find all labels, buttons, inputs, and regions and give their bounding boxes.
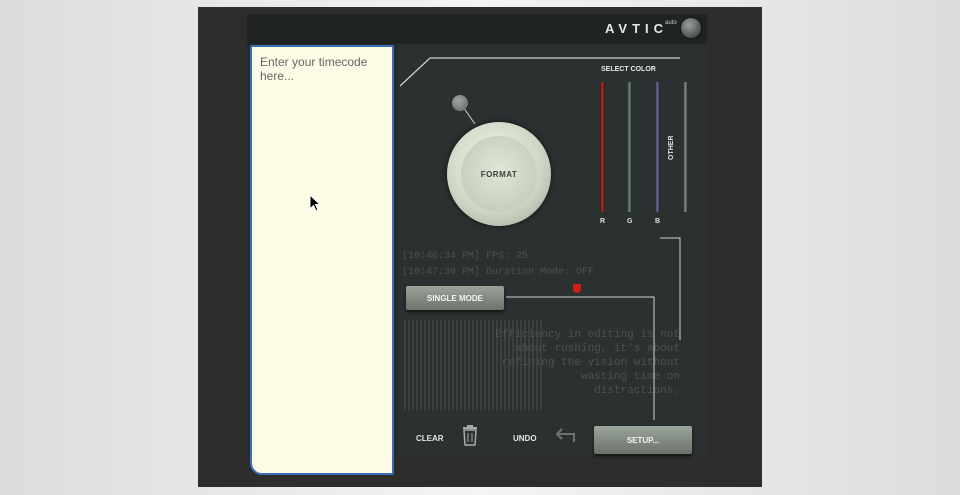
slider-b[interactable] xyxy=(655,82,660,212)
meter-bar xyxy=(452,320,454,410)
single-mode-button[interactable]: SINGLE MODE xyxy=(406,286,504,310)
slider-label-other: OTHER xyxy=(668,135,675,161)
meter-bar xyxy=(432,320,434,410)
log-line-fps: [10:46:34 PM] FPS: 25 xyxy=(402,251,529,262)
meter-bar xyxy=(428,320,430,410)
meter-bar xyxy=(444,320,446,410)
meter-bar xyxy=(448,320,450,410)
quote-line: distractions. xyxy=(594,385,680,397)
slider-g[interactable] xyxy=(627,82,632,212)
panel-decoration-lines xyxy=(399,57,681,420)
meter-bar xyxy=(412,320,414,410)
trash-icon[interactable] xyxy=(460,424,480,446)
knob-label: FORMAT xyxy=(461,136,537,212)
format-knob[interactable]: FORMAT xyxy=(447,122,551,226)
knob-outer-ring: FORMAT xyxy=(447,122,551,226)
meter-bar xyxy=(408,320,410,410)
meter-bar xyxy=(436,320,438,410)
setup-button[interactable]: SETUP... xyxy=(594,426,692,454)
quote-text: Efficiency in editing is not about rushi… xyxy=(460,328,680,398)
quote-line: Efficiency in editing is not xyxy=(495,329,680,341)
clear-label[interactable]: CLEAR xyxy=(416,434,444,443)
meter-bar xyxy=(424,320,426,410)
quote-line: refining the vision without xyxy=(501,357,680,369)
meter-bar xyxy=(404,320,406,410)
meter-bar xyxy=(416,320,418,410)
quote-line: about rushing, it's about xyxy=(514,343,680,355)
slider-label-r: R xyxy=(600,218,606,225)
meter-bar xyxy=(440,320,442,410)
mouse-cursor-icon xyxy=(309,194,322,212)
select-color-title: SELECT COLOR xyxy=(601,66,656,73)
slider-label-b: B xyxy=(655,218,661,225)
slider-r[interactable] xyxy=(600,82,605,212)
undo-arrow-icon[interactable] xyxy=(552,424,578,446)
undo-label[interactable]: UNDO xyxy=(513,434,537,443)
quote-line: wasting time on xyxy=(580,371,680,383)
mode-marker[interactable] xyxy=(573,284,581,293)
slider-label-g: G xyxy=(627,218,633,225)
meter-bar xyxy=(420,320,422,410)
slider-other[interactable] xyxy=(683,82,688,212)
knob-handle[interactable] xyxy=(452,95,468,111)
log-line-duration: [10:47:30 PM] Duration Mode: OFF xyxy=(402,267,595,278)
meter-bar xyxy=(456,320,458,410)
